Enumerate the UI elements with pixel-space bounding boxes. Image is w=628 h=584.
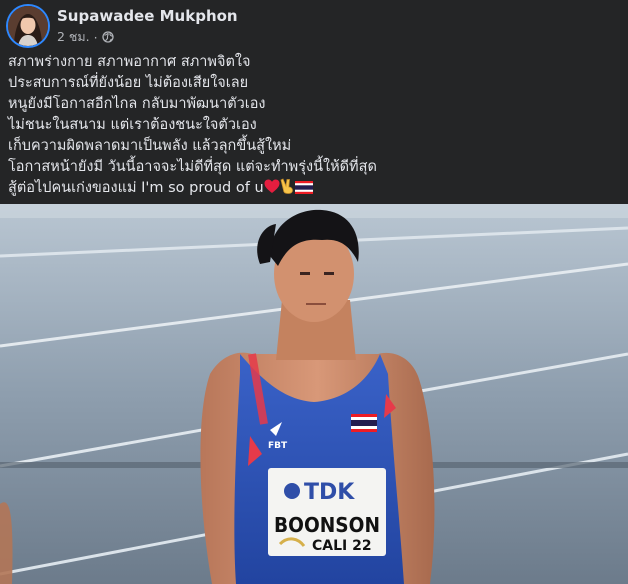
- post-line-4: ไม่ชนะในสนาม แต่เราต้องชนะใจตัวเอง: [8, 117, 257, 133]
- thailand-flag-emoji: [294, 180, 313, 201]
- post-line-3: หนูยังมีโอกาสอีกไกล กลับมาพัฒนาตัวเอง: [8, 96, 266, 112]
- bib-event: CALI 22: [312, 538, 372, 554]
- post-line-7-text: สู้ต่อไปคนเก่งของแม่ I'm so proud of u: [8, 180, 264, 196]
- post-meta: 2 ชม. ·: [57, 27, 114, 47]
- globe-icon[interactable]: [101, 31, 114, 43]
- post-line-2: ประสบการณ์ที่ยังน้อย ไม่ต้องเสียใจเลย: [8, 75, 249, 91]
- singlet-brand: FBT: [268, 441, 288, 451]
- author-name[interactable]: Supawadee Mukphon: [57, 7, 238, 25]
- post-photo[interactable]: FBT TDK BOONSON CALI 22: [0, 204, 628, 584]
- meta-separator: ·: [93, 29, 98, 45]
- bib-name: BOONSON: [274, 513, 380, 537]
- post-line-6: โอกาสหน้ายังมี วันนี้อาจจะไม่ดีที่สุด แต…: [8, 159, 377, 175]
- post-line-7: สู้ต่อไปคนเก่งของแม่ I'm so proud of u: [8, 178, 620, 201]
- post-header: Supawadee Mukphon 2 ชม. ·: [0, 0, 628, 46]
- athlete-photo: FBT TDK BOONSON CALI 22: [0, 204, 628, 584]
- post-line-5: เก็บความผิดพลาดมาเป็นพลัง แล้วลุกขึ้นสู้…: [8, 138, 292, 154]
- heart-emoji: [264, 179, 280, 201]
- post-time[interactable]: 2 ชม.: [57, 27, 90, 47]
- author-avatar[interactable]: [8, 6, 48, 46]
- victory-hand-emoji: [280, 178, 295, 201]
- post-text: สภาพร่างกาย สภาพอากาศ สภาพจิตใจ ประสบการ…: [8, 52, 620, 201]
- post-line-1: สภาพร่างกาย สภาพอากาศ สภาพจิตใจ: [8, 54, 251, 70]
- bib-brand: TDK: [304, 480, 355, 505]
- avatar-portrait: [8, 6, 48, 46]
